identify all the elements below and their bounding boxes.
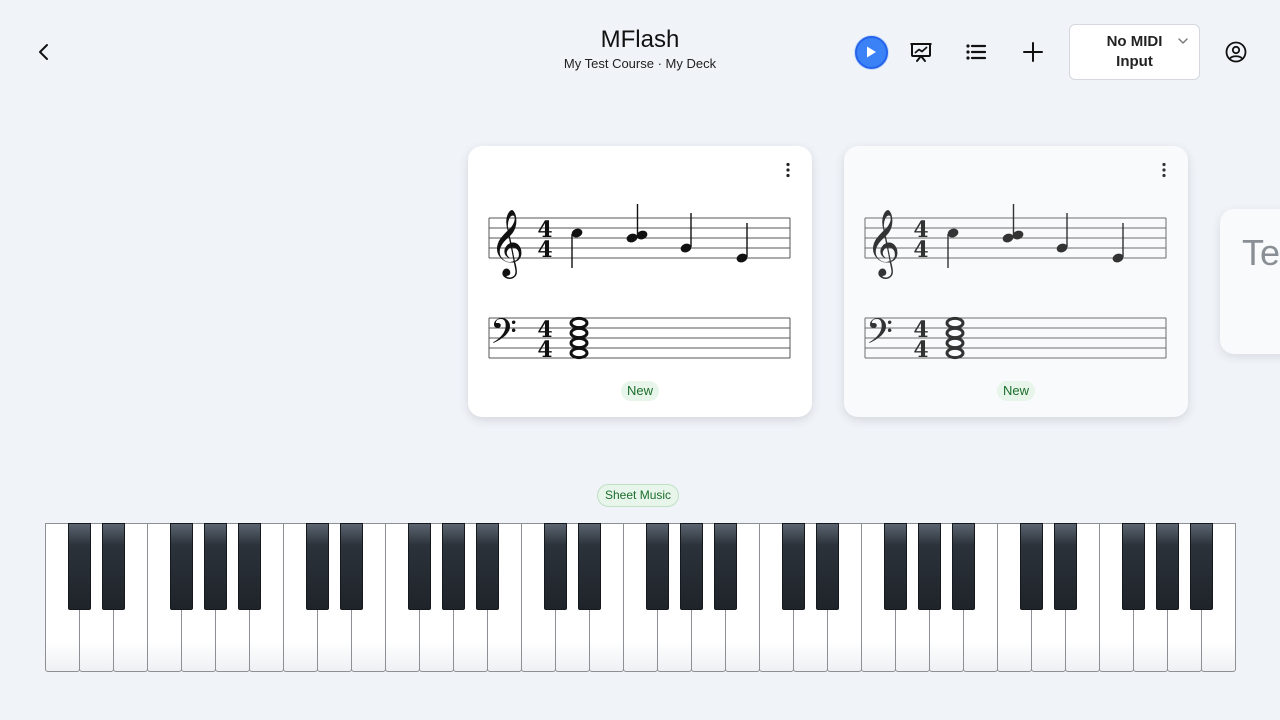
- list-icon: [966, 44, 987, 60]
- piano-black-key[interactable]: [1121, 523, 1145, 610]
- svg-text:𝄢: 𝄢: [490, 311, 517, 360]
- list-button[interactable]: [958, 34, 994, 70]
- flashcard-peek[interactable]: Te: [1220, 209, 1280, 354]
- sheet-music-staff: 𝄞 𝄢 4 4 4 4: [864, 204, 1167, 363]
- piano-black-key[interactable]: [237, 523, 261, 610]
- piano-black-key[interactable]: [679, 523, 703, 610]
- piano-black-key[interactable]: [305, 523, 329, 610]
- back-button[interactable]: [26, 34, 62, 70]
- more-vertical-icon: [786, 162, 790, 178]
- piano-black-key[interactable]: [917, 523, 941, 610]
- flashcard-next[interactable]: 𝄞 𝄢 4 4 4 4 New: [844, 146, 1188, 417]
- chevron-down-icon: [1178, 38, 1188, 44]
- status-badge: New: [620, 381, 660, 401]
- midi-select-value: No MIDI Input: [1106, 33, 1163, 70]
- midi-input-select[interactable]: No MIDI Input: [1069, 24, 1200, 80]
- status-badge: New: [996, 381, 1036, 401]
- sheet-music-staff: 𝄞 𝄢 4 4 4 4: [488, 204, 791, 363]
- piano-black-key[interactable]: [169, 523, 193, 610]
- piano-black-key[interactable]: [815, 523, 839, 610]
- piano-black-key[interactable]: [475, 523, 499, 610]
- play-button[interactable]: [853, 34, 889, 70]
- piano-black-key[interactable]: [951, 523, 975, 610]
- chevron-left-icon: [39, 44, 48, 60]
- card-menu-button[interactable]: [778, 158, 798, 182]
- piano-black-key[interactable]: [1189, 523, 1213, 610]
- more-vertical-icon: [1162, 162, 1166, 178]
- piano-black-key[interactable]: [101, 523, 125, 610]
- piano-black-key[interactable]: [339, 523, 363, 610]
- piano-black-key[interactable]: [577, 523, 601, 610]
- piano-black-key[interactable]: [1155, 523, 1179, 610]
- piano-black-key[interactable]: [67, 523, 91, 610]
- plus-icon: [1023, 42, 1043, 62]
- svg-text:4: 4: [913, 337, 928, 363]
- piano-black-key[interactable]: [441, 523, 465, 610]
- card-menu-button[interactable]: [1154, 158, 1174, 182]
- piano-black-key[interactable]: [883, 523, 907, 610]
- svg-text:𝄞: 𝄞: [490, 208, 524, 279]
- svg-text:𝄢: 𝄢: [866, 311, 893, 360]
- piano-black-key[interactable]: [407, 523, 431, 610]
- piano-keyboard[interactable]: [45, 523, 1236, 672]
- svg-text:4: 4: [537, 237, 552, 263]
- card-peek-text: Te: [1242, 232, 1280, 273]
- svg-text:𝄞: 𝄞: [866, 208, 900, 279]
- svg-text:4: 4: [537, 337, 552, 363]
- account-circle-icon: [1225, 41, 1247, 63]
- mode-chip[interactable]: Sheet Music: [597, 484, 680, 507]
- piano-black-key[interactable]: [203, 523, 227, 610]
- piano-black-key[interactable]: [781, 523, 805, 610]
- flashcard-current[interactable]: 𝄞 𝄢 4 4 4 4 New: [468, 146, 812, 417]
- presentation-chart-icon: [910, 43, 932, 62]
- account-button[interactable]: [1218, 34, 1254, 70]
- piano-black-key[interactable]: [713, 523, 737, 610]
- piano-black-key[interactable]: [645, 523, 669, 610]
- piano-black-key[interactable]: [543, 523, 567, 610]
- add-card-button[interactable]: [1015, 34, 1051, 70]
- piano-black-key[interactable]: [1019, 523, 1043, 610]
- piano-black-key[interactable]: [1053, 523, 1077, 610]
- stats-button[interactable]: [903, 34, 939, 70]
- play-icon: [854, 35, 888, 69]
- svg-text:4: 4: [913, 237, 928, 263]
